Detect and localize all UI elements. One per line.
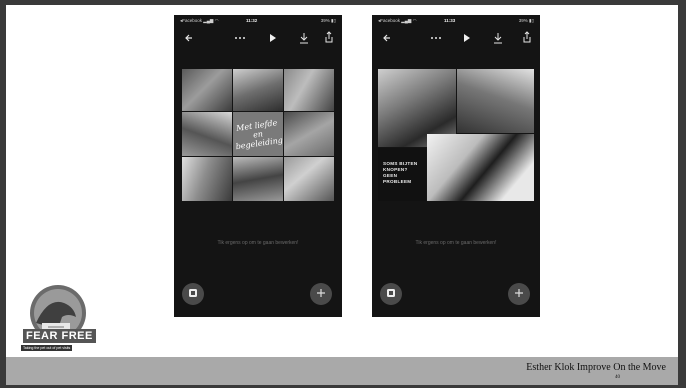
collage-photo[interactable]: [284, 69, 334, 111]
status-time: 11:33: [444, 18, 456, 23]
plus-icon: [316, 288, 326, 301]
add-button[interactable]: [508, 283, 530, 305]
collage-caption: Met liefde en begeleiding: [235, 117, 283, 151]
carrier-label: ◂Facebook ▂▄▆ ◠: [180, 18, 219, 23]
carrier-label: ◂Facebook ▂▄▆ ◠: [378, 18, 417, 23]
battery-indicator: 39% ▮▯: [518, 18, 534, 23]
collage-icon: [386, 288, 396, 301]
download-icon[interactable]: [493, 29, 503, 47]
photo-collage[interactable]: SOMS BIJTEN KNOPEN? GEEN PROBLEEM: [378, 69, 534, 201]
collage-photo[interactable]: [182, 112, 232, 156]
more-dots-icon[interactable]: [430, 29, 442, 47]
collage-photo[interactable]: [457, 69, 534, 133]
more-dots-icon[interactable]: [234, 29, 246, 47]
collage-photo[interactable]: [233, 69, 283, 111]
photo-collage[interactable]: Met liefde en begeleiding: [182, 69, 334, 201]
play-icon[interactable]: [268, 29, 278, 47]
back-arrow-icon[interactable]: [382, 29, 392, 47]
collage-quote: SOMS BIJTEN KNOPEN? GEEN PROBLEEM: [380, 158, 424, 188]
slide-footer: Esther Klok Improve On the Move 40: [6, 357, 678, 385]
play-icon[interactable]: [462, 29, 472, 47]
status-bar: ◂Facebook ▂▄▆ ◠ 11:33 39% ▮▯: [372, 15, 540, 25]
edit-hint: Tik ergens op om te gaan bewerken!: [217, 240, 299, 246]
share-icon[interactable]: [522, 29, 532, 47]
collage-caption-tile[interactable]: Met liefde en begeleiding: [233, 112, 283, 156]
collage-layout-button[interactable]: [380, 283, 402, 305]
logo-text: FEAR FREE: [23, 329, 96, 343]
collage-photo[interactable]: [233, 157, 283, 201]
collage-photo[interactable]: [182, 69, 232, 111]
footer-presenter: Esther Klok Improve On the Move: [526, 362, 666, 373]
fear-free-logo: FEAR FREE Taking the pet out of pet visi…: [18, 283, 108, 357]
collage-photo[interactable]: [284, 157, 334, 201]
download-icon[interactable]: [299, 29, 309, 47]
collage-icon: [188, 288, 198, 301]
battery-indicator: 39% ▮▯: [320, 18, 336, 23]
editor-toolbar: [372, 29, 540, 47]
edit-hint: Tik ergens op om te gaan bewerken!: [415, 240, 497, 246]
collage-photo[interactable]: [427, 134, 534, 201]
collage-quote-tile[interactable]: SOMS BIJTEN KNOPEN? GEEN PROBLEEM: [378, 148, 426, 201]
slide: ◂Facebook ▂▄▆ ◠ 11:32 39% ▮▯ Met liefde …: [0, 0, 686, 388]
collage-photo[interactable]: [182, 157, 232, 201]
phone-screenshot-2: ◂Facebook ▂▄▆ ◠ 11:33 39% ▮▯ SOMS BIJTEN…: [372, 15, 540, 317]
status-time: 11:32: [246, 18, 258, 23]
phone-screenshot-1: ◂Facebook ▂▄▆ ◠ 11:32 39% ▮▯ Met liefde …: [174, 15, 342, 317]
status-bar: ◂Facebook ▂▄▆ ◠ 11:32 39% ▮▯: [174, 15, 342, 25]
collage-layout-button[interactable]: [182, 283, 204, 305]
plus-icon: [514, 288, 524, 301]
slide-page-number: 40: [615, 375, 620, 380]
editor-toolbar: [174, 29, 342, 47]
back-arrow-icon[interactable]: [184, 29, 194, 47]
collage-photo[interactable]: [284, 112, 334, 156]
logo-tagline: Taking the pet out of pet visits: [21, 345, 73, 351]
add-button[interactable]: [310, 283, 332, 305]
share-icon[interactable]: [324, 29, 334, 47]
